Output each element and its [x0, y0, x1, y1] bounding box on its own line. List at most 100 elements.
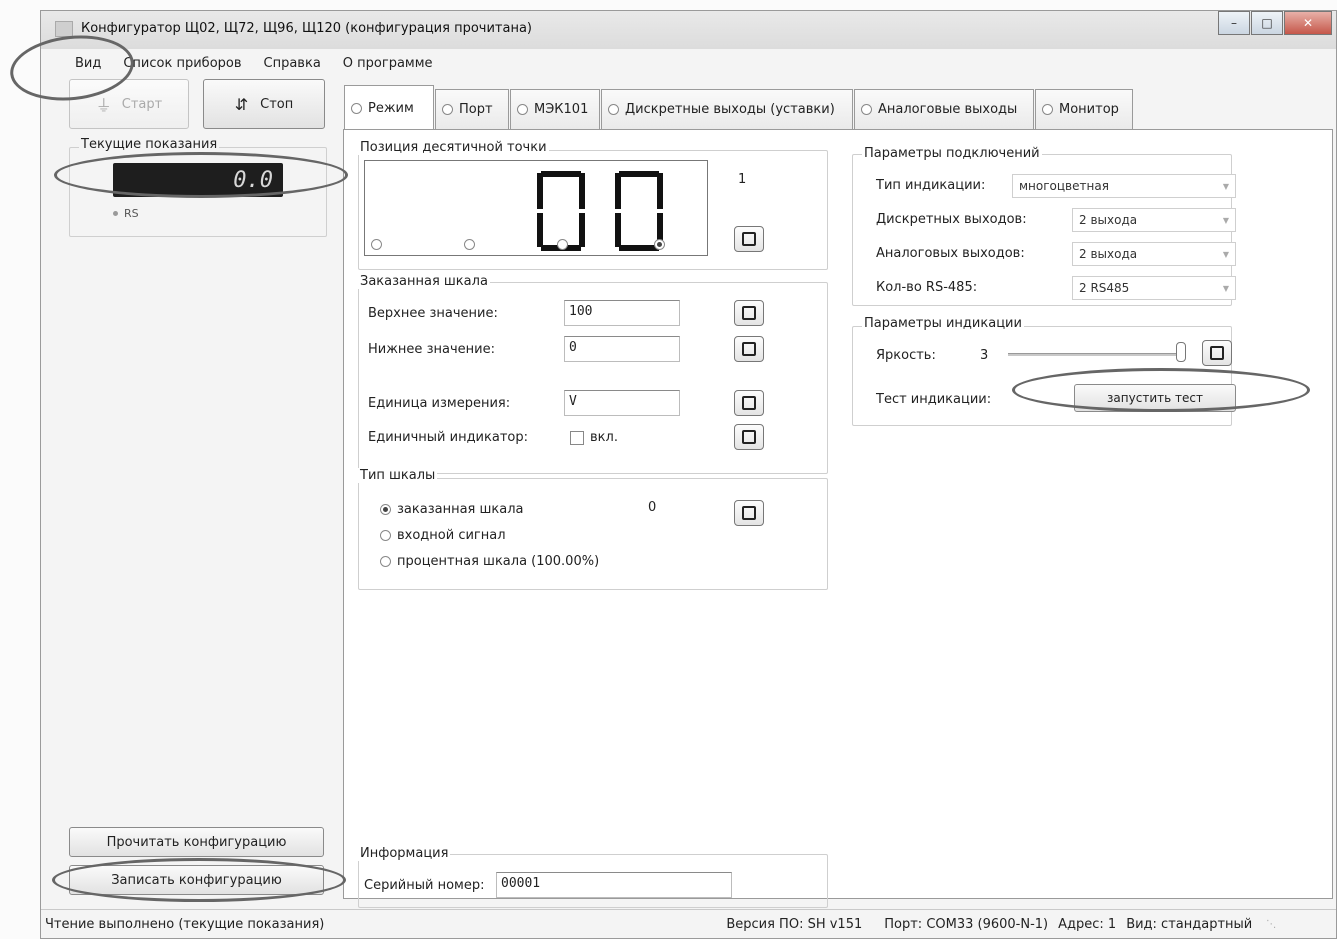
stop-button[interactable]: ⇵ Стоп — [203, 79, 325, 129]
decimal-position-radio-selected[interactable] — [654, 239, 666, 250]
brightness-slider-track[interactable] — [1008, 353, 1180, 356]
decimal-position-radio[interactable] — [464, 239, 476, 250]
rs485-count-label: Кол-во RS-485: — [876, 280, 978, 295]
digit-segment — [541, 171, 581, 177]
save-brightness-button[interactable] — [1202, 340, 1232, 366]
start-test-button[interactable]: запустить тест — [1074, 384, 1236, 412]
digit-segment — [537, 173, 543, 209]
menu-help[interactable]: Справка — [264, 56, 321, 71]
save-single-indicator-button[interactable] — [734, 424, 764, 450]
tab-discrete-outputs[interactable]: Дискретные выходы (уставки) — [601, 89, 853, 129]
single-indicator-label: Единичный индикатор: — [368, 430, 528, 445]
single-indicator-checkbox-label: вкл. — [590, 430, 618, 445]
scale-option-input[interactable]: входной сигнал — [380, 528, 506, 543]
save-icon — [742, 396, 756, 410]
save-icon — [742, 306, 756, 320]
write-config-button[interactable]: Записать конфигурацию — [69, 865, 324, 895]
decimal-position-radio[interactable] — [371, 239, 382, 250]
tab-iec101-icon — [517, 104, 528, 115]
lower-value-field[interactable]: 0 — [564, 336, 680, 362]
tab-mode-label: Режим — [368, 100, 414, 116]
tab-iec101[interactable]: МЭК101 — [510, 89, 600, 129]
save-upper-button[interactable] — [734, 300, 764, 326]
unit-label: Единица измерения: — [368, 396, 511, 411]
title-bar: Конфигуратор Щ02, Щ72, Щ96, Щ120 (конфиг… — [41, 11, 1336, 49]
save-lower-button[interactable] — [734, 336, 764, 362]
radio-icon — [380, 556, 391, 567]
chevron-down-icon: ▼ — [1222, 283, 1229, 293]
readings-title: Текущие показания — [79, 137, 220, 152]
analog-outputs-value: 2 выхода — [1079, 247, 1138, 261]
indication-type-select[interactable]: многоцветная ▼ — [1012, 174, 1236, 198]
save-icon — [742, 232, 756, 246]
app-icon — [55, 21, 73, 37]
window-title: Конфигуратор Щ02, Щ72, Щ96, Щ120 (конфиг… — [81, 21, 532, 36]
tab-discrete-outputs-label: Дискретные выходы (уставки) — [625, 102, 835, 117]
tab-analog-outputs[interactable]: Аналоговые выходы — [854, 89, 1034, 129]
menu-bar: Вид Список приборов Справка О программе — [41, 51, 1336, 75]
tab-port[interactable]: Порт — [435, 89, 509, 129]
scale-option-percent[interactable]: процентная шкала (100.00%) — [380, 554, 599, 569]
digit-segment — [619, 245, 659, 251]
decimal-display — [364, 160, 761, 256]
digit-segment — [537, 213, 543, 247]
info-title: Информация — [358, 846, 451, 861]
upper-label: Верхнее значение: — [368, 306, 498, 321]
status-bar: Чтение выполнено (текущие показания) Вер… — [41, 909, 1336, 939]
save-scale-type-button[interactable] — [734, 500, 764, 526]
save-unit-button[interactable] — [734, 390, 764, 416]
save-icon — [742, 430, 756, 444]
status-message: Чтение выполнено (текущие показания) — [45, 917, 325, 932]
indication-type-label: Тип индикации: — [876, 178, 986, 193]
tab-monitor[interactable]: Монитор — [1035, 89, 1133, 129]
brightness-slider-handle[interactable] — [1176, 342, 1186, 362]
decimal-value: 1 — [738, 172, 747, 187]
scale-type-value: 0 — [648, 500, 657, 515]
menu-about[interactable]: О программе — [343, 56, 433, 71]
discrete-outputs-label: Дискретных выходов: — [876, 212, 1027, 227]
digit-segment — [579, 173, 585, 209]
analog-outputs-select[interactable]: 2 выхода ▼ — [1072, 242, 1236, 266]
tab-monitor-label: Монитор — [1059, 102, 1119, 117]
unplug-icon: ⇵ — [234, 94, 249, 114]
brightness-value: 3 — [980, 348, 989, 363]
decimal-title: Позиция десятичной точки — [358, 140, 549, 155]
menu-device-list[interactable]: Список приборов — [123, 56, 241, 71]
radio-icon — [380, 530, 391, 541]
close-icon[interactable]: ✕ — [1284, 11, 1332, 35]
start-label: Старт — [121, 96, 163, 112]
tab-analog-outputs-icon — [861, 104, 872, 115]
lower-label: Нижнее значение: — [368, 342, 495, 357]
discrete-outputs-select[interactable]: 2 выхода ▼ — [1072, 208, 1236, 232]
tab-port-label: Порт — [459, 102, 493, 117]
minimize-icon[interactable]: – — [1218, 11, 1250, 35]
current-reading-display: 0.0 — [113, 163, 283, 197]
chevron-down-icon: ▼ — [1222, 181, 1229, 191]
serial-field[interactable]: 00001 — [496, 872, 732, 898]
tab-iec101-label: МЭК101 — [534, 102, 589, 117]
scale-option-ordered[interactable]: заказанная шкала — [380, 502, 523, 517]
scale-type-title: Тип шкалы — [358, 468, 438, 483]
chevron-down-icon: ▼ — [1222, 215, 1229, 225]
status-view: Вид: стандартный — [1126, 917, 1253, 932]
checkbox-icon — [570, 430, 584, 445]
analog-outputs-label: Аналоговых выходов: — [876, 246, 1025, 261]
unit-field[interactable]: V — [564, 390, 680, 416]
status-address: Адрес: 1 — [1058, 917, 1117, 932]
mode-panel: Позиция десятичной точки 1 Заказанная шк… — [343, 129, 1333, 908]
maximize-icon[interactable]: □ — [1251, 11, 1283, 35]
tab-mode[interactable]: Режим — [344, 85, 434, 130]
resize-grip-icon[interactable]: ⋱ — [1266, 919, 1276, 930]
upper-value-field[interactable]: 100 — [564, 300, 680, 326]
rs485-count-select[interactable]: 2 RS485 ▼ — [1072, 276, 1236, 300]
start-button[interactable]: ⏚ Старт — [69, 79, 189, 129]
plug-icon: ⏚ — [95, 96, 112, 115]
menu-view[interactable]: Вид — [75, 56, 101, 71]
single-indicator-checkbox[interactable]: вкл. — [570, 430, 618, 445]
tab-mode-icon — [351, 102, 362, 114]
read-config-button[interactable]: Прочитать конфигурацию — [69, 827, 324, 857]
tab-monitor-icon — [1042, 104, 1053, 115]
brightness-label: Яркость: — [876, 348, 936, 363]
digit-segment — [615, 173, 621, 209]
save-decimal-button[interactable] — [734, 226, 764, 252]
